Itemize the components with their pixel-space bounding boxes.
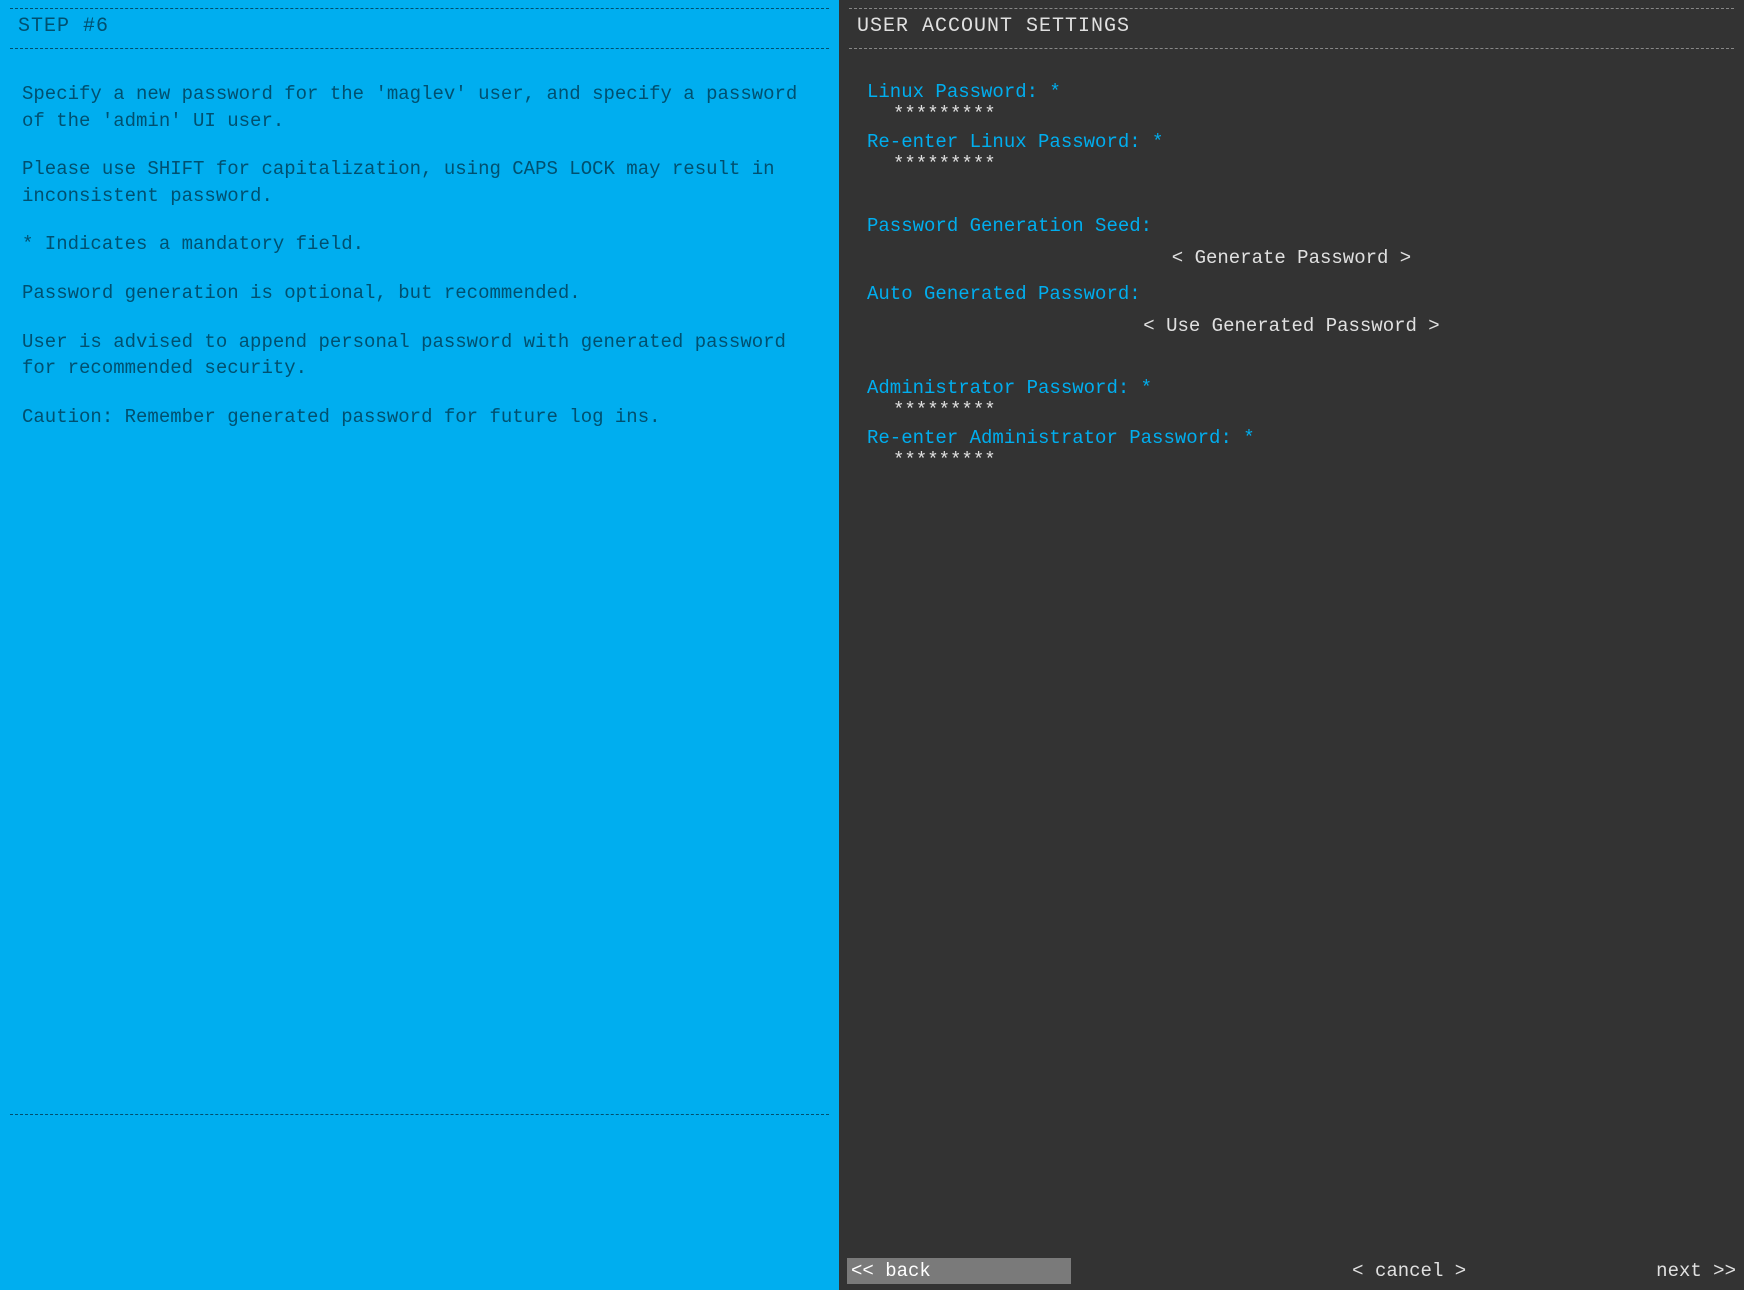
instruction-text: Specify a new password for the 'maglev' …	[0, 51, 839, 430]
back-button[interactable]: << back	[847, 1258, 1071, 1284]
top-border	[10, 8, 829, 9]
admin-password-confirm-input[interactable]: *********	[867, 449, 1716, 471]
top-border-right	[849, 8, 1734, 9]
title-underline-right	[849, 48, 1734, 49]
form-content: Linux Password: * ********* Re-enter Lin…	[839, 51, 1744, 471]
panel-title: USER ACCOUNT SETTINGS	[839, 11, 1744, 40]
linux-password-confirm-input[interactable]: *********	[867, 153, 1716, 175]
intro-para-5: User is advised to append personal passw…	[22, 329, 817, 382]
bottom-border	[10, 1114, 829, 1115]
instructions-panel: STEP #6 Specify a new password for the '…	[0, 0, 839, 1290]
linux-password-group: Linux Password: * ********* Re-enter Lin…	[867, 81, 1716, 175]
intro-para-4: Password generation is optional, but rec…	[22, 280, 817, 307]
navigation-footer: << back < cancel > next >>	[839, 1256, 1744, 1286]
admin-password-input[interactable]: *********	[867, 399, 1716, 421]
seed-group: Password Generation Seed: < Generate Pas…	[867, 215, 1716, 337]
use-generated-password-button[interactable]: < Use Generated Password >	[867, 315, 1716, 337]
title-underline	[10, 48, 829, 49]
linux-password-label: Linux Password: *	[867, 81, 1716, 103]
intro-para-3: * Indicates a mandatory field.	[22, 231, 817, 258]
seed-label: Password Generation Seed:	[867, 215, 1716, 237]
intro-para-2: Please use SHIFT for capitalization, usi…	[22, 156, 817, 209]
intro-para-1: Specify a new password for the 'maglev' …	[22, 81, 817, 134]
generate-password-button[interactable]: < Generate Password >	[867, 247, 1716, 269]
auto-generated-label: Auto Generated Password:	[867, 283, 1716, 305]
next-button[interactable]: next >>	[1656, 1260, 1736, 1282]
intro-para-6: Caution: Remember generated password for…	[22, 404, 817, 431]
form-panel: USER ACCOUNT SETTINGS Linux Password: * …	[839, 0, 1744, 1290]
cancel-button[interactable]: < cancel >	[1352, 1260, 1466, 1282]
linux-password-input[interactable]: *********	[867, 103, 1716, 125]
admin-password-confirm-label: Re-enter Administrator Password: *	[867, 427, 1716, 449]
admin-password-group: Administrator Password: * ********* Re-e…	[867, 377, 1716, 471]
linux-password-confirm-label: Re-enter Linux Password: *	[867, 131, 1716, 153]
admin-password-label: Administrator Password: *	[867, 377, 1716, 399]
step-title: STEP #6	[0, 11, 839, 40]
